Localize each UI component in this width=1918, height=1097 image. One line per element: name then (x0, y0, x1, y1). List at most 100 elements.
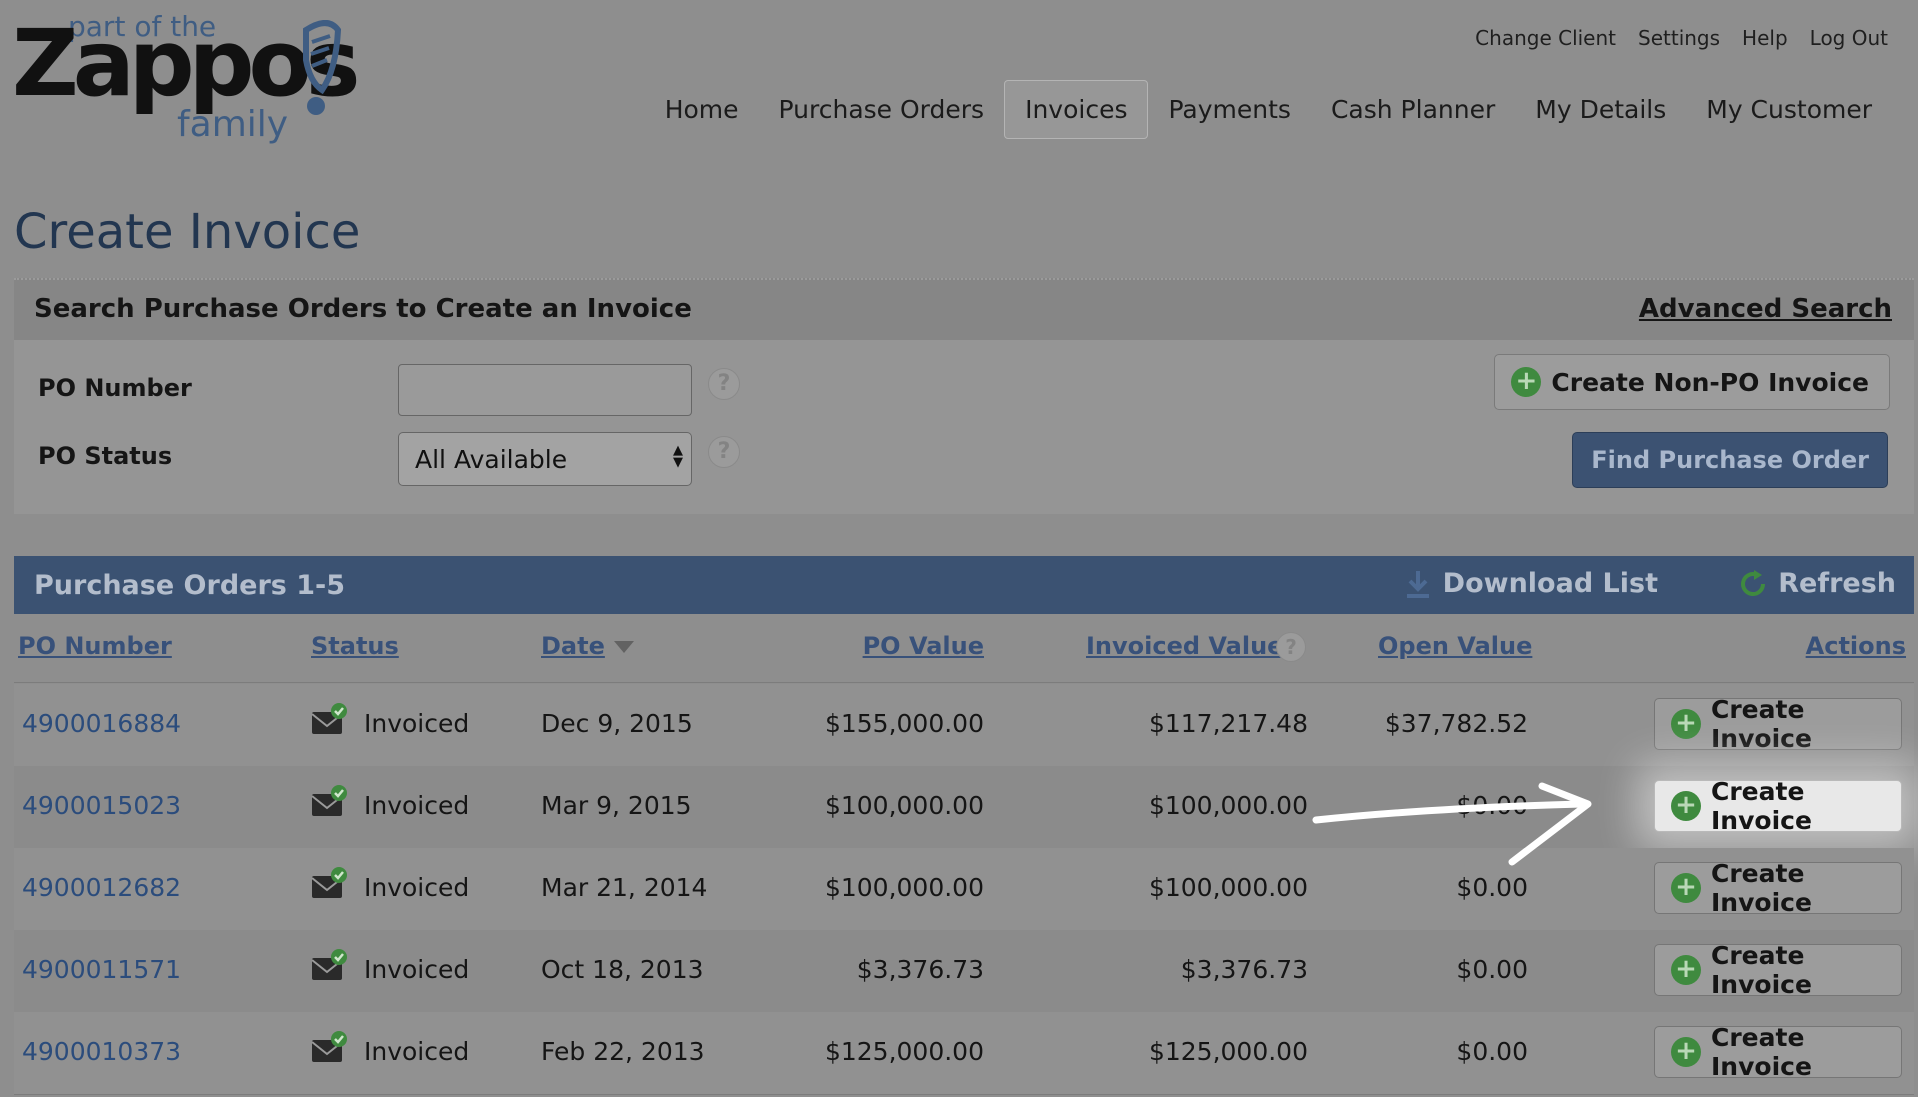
plus-circle-icon: + (1671, 873, 1701, 903)
plus-circle-icon: + (1671, 955, 1701, 985)
nav-payments[interactable]: Payments (1148, 81, 1310, 138)
results-title-bar: Purchase Orders 1-5 Download List Refres… (14, 556, 1914, 614)
col-po-number[interactable]: PO Number (18, 632, 172, 660)
po-number-link[interactable]: 4900015023 (22, 791, 181, 820)
table-row: 4900010373 Invoiced Feb 22, 2013 $125,00… (14, 1012, 1914, 1095)
create-invoice-label: Create Invoice (1711, 777, 1812, 835)
open-value: $37,782.52 (1384, 709, 1528, 738)
po-date: Mar 9, 2015 (541, 791, 692, 820)
help-link[interactable]: Help (1742, 26, 1788, 50)
status-text: Invoiced (364, 791, 470, 820)
create-non-po-invoice-label: Create Non-PO Invoice (1551, 367, 1869, 397)
refresh-icon (1741, 569, 1766, 596)
invoiced-value: $125,000.00 (1148, 1037, 1308, 1066)
create-invoice-label: Create Invoice (1711, 1023, 1812, 1081)
open-value: $0.00 (1456, 1037, 1528, 1066)
logo-shoe-icon (303, 20, 342, 115)
settings-link[interactable]: Settings (1638, 26, 1720, 50)
search-panel: Search Purchase Orders to Create an Invo… (14, 278, 1914, 514)
po-status-label: PO Status (38, 442, 173, 470)
po-number-help-icon[interactable]: ? (708, 368, 740, 400)
envelope-check-icon (311, 867, 347, 898)
table-row: 4900016884 Invoiced Dec 9, 2015 $155,000… (14, 684, 1914, 767)
zappos-family-logo[interactable]: part of the Zappos family (12, 8, 360, 148)
po-status-selected: All Available (415, 445, 568, 474)
po-number-link[interactable]: 4900016884 (22, 709, 181, 738)
table-row: 4900015023 Invoiced Mar 9, 2015 $100,000… (14, 766, 1914, 849)
invoiced-value: $117,217.48 (1148, 709, 1308, 738)
envelope-check-icon (311, 949, 347, 980)
select-arrows-icon: ▲ ▼ (673, 443, 683, 470)
refresh-label: Refresh (1778, 568, 1896, 599)
change-client-link[interactable]: Change Client (1475, 26, 1616, 50)
nav-invoices[interactable]: Invoices (1004, 80, 1149, 139)
log-out-link[interactable]: Log Out (1810, 26, 1888, 50)
plus-circle-icon: + (1671, 1037, 1701, 1067)
po-date: Feb 22, 2013 (541, 1037, 705, 1066)
main-nav: Home Purchase Orders Invoices Payments C… (645, 80, 1892, 139)
envelope-check-icon (311, 703, 347, 734)
envelope-check-icon (311, 1031, 347, 1062)
status-text: Invoiced (364, 873, 470, 902)
po-value: $100,000.00 (824, 791, 984, 820)
col-open-value[interactable]: Open Value (1378, 632, 1532, 660)
search-panel-title: Search Purchase Orders to Create an Invo… (34, 294, 692, 324)
col-date[interactable]: Date (541, 632, 605, 660)
create-invoice-label: Create Invoice (1711, 859, 1812, 917)
status-text: Invoiced (364, 709, 470, 738)
download-list-button[interactable]: Download List (1405, 568, 1658, 599)
status-text: Invoiced (364, 955, 470, 984)
page-title: Create Invoice (14, 204, 361, 260)
open-value: $0.00 (1456, 955, 1528, 984)
nav-home[interactable]: Home (645, 81, 759, 138)
create-invoice-button[interactable]: + Create Invoice (1654, 695, 1902, 753)
col-actions: Actions (1805, 632, 1906, 660)
header-divider (14, 682, 1914, 683)
annotation-arrow-icon (1312, 782, 1592, 866)
find-purchase-order-button[interactable]: Find Purchase Order (1572, 432, 1888, 488)
po-status-help-icon[interactable]: ? (708, 436, 740, 468)
invoiced-value: $100,000.00 (1148, 873, 1308, 902)
nav-my-customer[interactable]: My Customer (1686, 81, 1892, 138)
open-value: $0.00 (1456, 873, 1528, 902)
create-invoice-button[interactable]: + Create Invoice (1654, 941, 1902, 999)
create-invoice-button[interactable]: + Create Invoice (1654, 1023, 1902, 1081)
refresh-button[interactable]: Refresh (1738, 568, 1896, 599)
po-date: Dec 9, 2015 (541, 709, 693, 738)
po-date: Oct 18, 2013 (541, 955, 704, 984)
create-invoice-button[interactable]: + Create Invoice (1654, 859, 1902, 917)
invoiced-value: $100,000.00 (1148, 791, 1308, 820)
search-panel-header: Search Purchase Orders to Create an Invo… (14, 278, 1914, 340)
status-text: Invoiced (364, 1037, 470, 1066)
po-value: $100,000.00 (824, 873, 984, 902)
plus-circle-icon: + (1671, 709, 1701, 739)
table-row: 4900012682 Invoiced Mar 21, 2014 $100,00… (14, 848, 1914, 931)
create-invoice-label: Create Invoice (1711, 695, 1812, 753)
col-invoiced-value[interactable]: Invoiced Value (1086, 632, 1283, 660)
col-po-value[interactable]: PO Value (863, 632, 984, 660)
nav-my-details[interactable]: My Details (1515, 81, 1686, 138)
po-number-link[interactable]: 4900012682 (22, 873, 181, 902)
po-number-link[interactable]: 4900011571 (22, 955, 181, 984)
nav-cash-planner[interactable]: Cash Planner (1311, 81, 1515, 138)
po-value: $3,376.73 (856, 955, 984, 984)
col-status[interactable]: Status (311, 632, 399, 660)
po-status-select[interactable]: All Available ▲ ▼ (398, 432, 692, 486)
po-number-label: PO Number (38, 374, 192, 402)
logo-tagline-bottom: family (177, 104, 289, 145)
po-number-input[interactable] (398, 364, 692, 416)
results-title: Purchase Orders 1-5 (34, 570, 346, 601)
create-invoice-button[interactable]: + Create Invoice (1654, 777, 1902, 835)
utility-links: Change Client Settings Help Log Out (1475, 26, 1888, 50)
download-icon (1406, 570, 1429, 598)
po-value: $125,000.00 (824, 1037, 984, 1066)
envelope-check-icon (311, 785, 347, 816)
nav-purchase-orders[interactable]: Purchase Orders (759, 81, 1005, 138)
advanced-search-link[interactable]: Advanced Search (1639, 294, 1892, 324)
sort-desc-icon[interactable] (614, 641, 634, 653)
create-non-po-invoice-button[interactable]: + Create Non-PO Invoice (1494, 354, 1890, 410)
invoiced-value-help-icon[interactable]: ? (1276, 632, 1306, 662)
invoiced-value: $3,376.73 (1180, 955, 1308, 984)
po-number-link[interactable]: 4900010373 (22, 1037, 181, 1066)
download-list-label: Download List (1442, 568, 1658, 599)
